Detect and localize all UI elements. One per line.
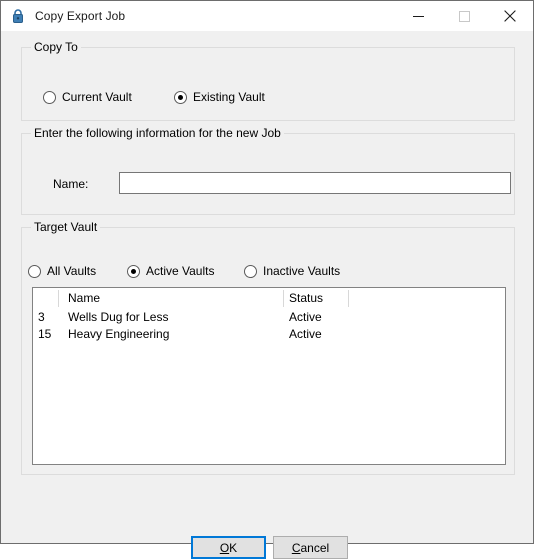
cell-name: Heavy Engineering <box>68 327 170 341</box>
maximize-button <box>441 1 487 31</box>
cell-status: Active <box>289 327 322 341</box>
column-header-name[interactable]: Name <box>68 291 100 305</box>
close-button[interactable] <box>487 1 533 31</box>
window-title: Copy Export Job <box>35 9 126 23</box>
cell-name: Wells Dug for Less <box>68 310 169 324</box>
cancel-suffix: ancel <box>300 540 330 555</box>
radio-dot <box>28 264 41 278</box>
dialog-body: Copy To Current Vault Existing Vault Ent… <box>1 31 533 559</box>
radio-dot <box>174 90 187 104</box>
target-vault-legend: Target Vault <box>31 220 101 234</box>
minimize-button[interactable] <box>395 1 441 31</box>
copy-export-job-dialog: Copy Export Job Copy To Current Vault Ex… <box>0 0 534 559</box>
list-header: Name Status <box>33 288 505 309</box>
maximize-icon <box>458 10 470 22</box>
column-divider[interactable] <box>283 290 284 307</box>
ok-suffix: K <box>229 540 238 555</box>
job-info-group: Enter the following information for the … <box>21 126 515 215</box>
cancel-button[interactable]: Cancel <box>273 536 348 559</box>
radio-inactive-vaults[interactable]: Inactive Vaults <box>244 262 340 280</box>
radio-active-vaults[interactable]: Active Vaults <box>127 262 214 280</box>
cancel-button-label: Cancel <box>292 541 329 555</box>
radio-label: Current Vault <box>62 90 132 104</box>
column-divider[interactable] <box>348 290 349 307</box>
radio-label: Inactive Vaults <box>263 264 341 278</box>
column-divider[interactable] <box>58 290 59 307</box>
copy-to-group: Copy To Current Vault Existing Vault <box>21 40 515 121</box>
target-vault-group: Target Vault All Vaults Active Vaults In… <box>21 220 515 475</box>
column-header-status[interactable]: Status <box>289 291 323 305</box>
name-input[interactable] <box>119 172 511 194</box>
cell-id: 15 <box>38 327 52 341</box>
cell-id: 3 <box>38 310 45 324</box>
radio-current-vault[interactable]: Current Vault <box>43 88 132 106</box>
window-controls <box>395 1 533 31</box>
minimize-icon <box>412 15 424 17</box>
radio-dot <box>244 264 257 278</box>
radio-all-vaults[interactable]: All Vaults <box>28 262 96 280</box>
table-row[interactable]: 3 Wells Dug for Less Active <box>33 309 505 326</box>
radio-label: Existing Vault <box>193 90 265 104</box>
ok-accel: O <box>219 540 230 555</box>
title-bar: Copy Export Job <box>1 1 533 31</box>
radio-label: All Vaults <box>47 264 97 278</box>
radio-existing-vault[interactable]: Existing Vault <box>174 88 265 106</box>
name-label: Name: <box>53 177 89 191</box>
padlock-icon <box>13 9 23 23</box>
ok-button[interactable]: OK <box>191 536 266 559</box>
radio-label: Active Vaults <box>146 264 215 278</box>
radio-dot <box>127 264 140 278</box>
target-vault-list[interactable]: Name Status 3 Wells Dug for Less Active … <box>32 287 506 465</box>
cell-status: Active <box>289 310 322 324</box>
ok-button-label: OK <box>220 541 237 555</box>
copy-to-legend: Copy To <box>31 40 81 54</box>
close-icon <box>504 10 516 22</box>
radio-dot <box>43 90 56 104</box>
table-row[interactable]: 15 Heavy Engineering Active <box>33 326 505 343</box>
job-info-legend: Enter the following information for the … <box>31 126 284 140</box>
